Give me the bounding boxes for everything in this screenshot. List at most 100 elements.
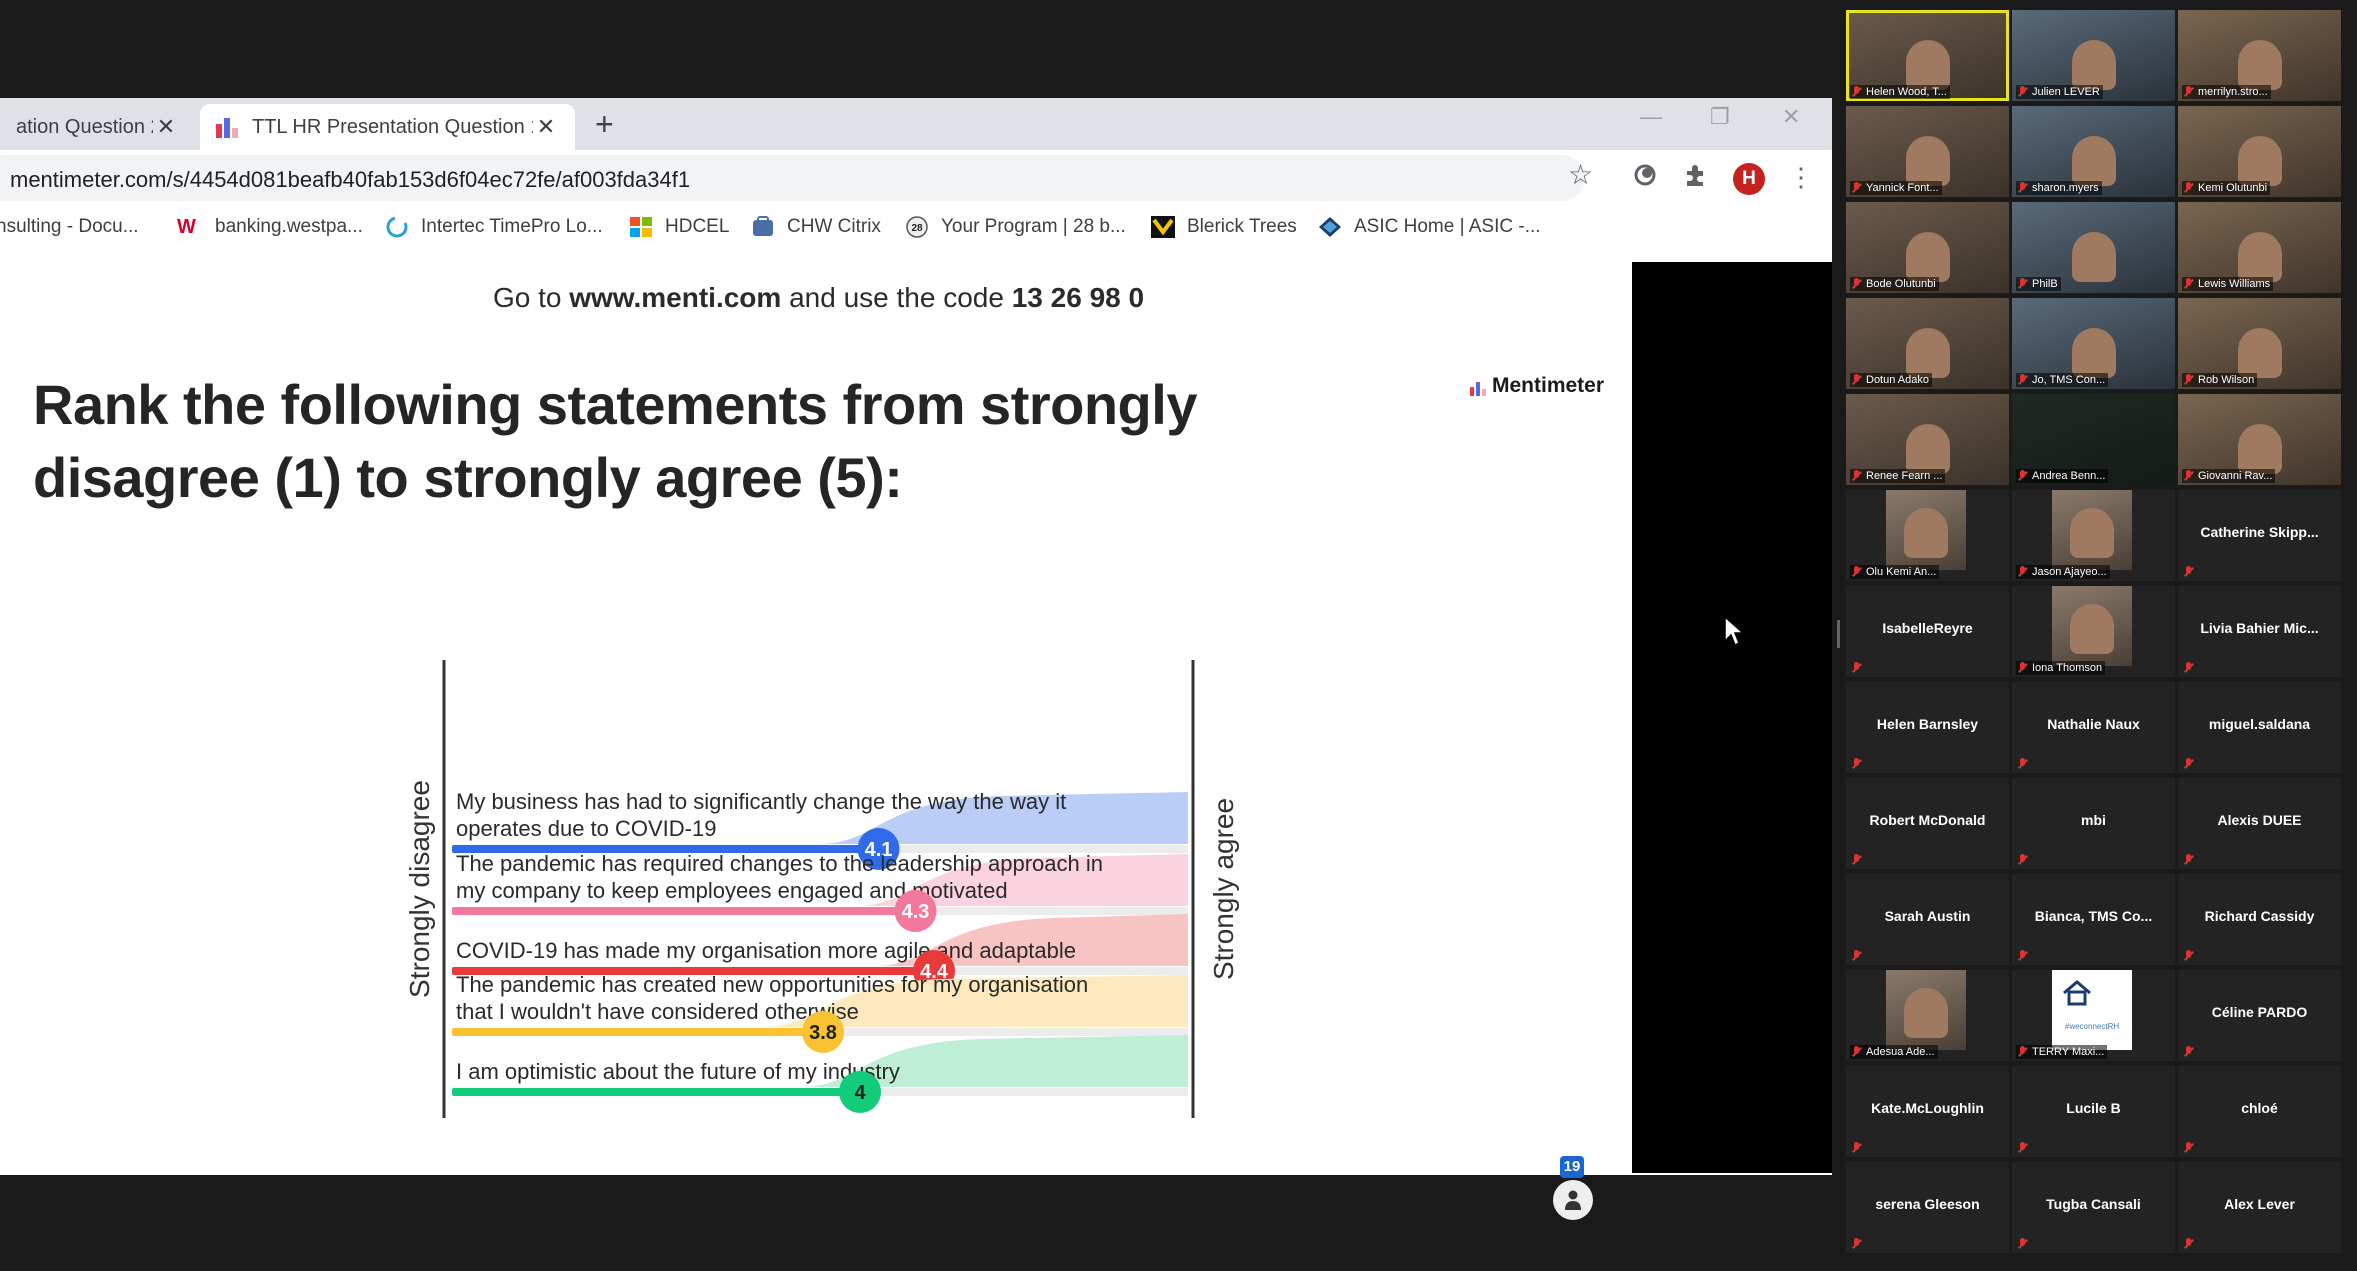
participant-tile[interactable]: Tugba Cansali xyxy=(2012,1162,2175,1253)
participant-tile[interactable]: Olu Kemi An... xyxy=(1846,490,2009,581)
participant-tile[interactable]: Dotun Adako xyxy=(1846,298,2009,389)
windows-icon xyxy=(629,216,653,238)
panel-resize-handle[interactable] xyxy=(1837,620,1840,648)
bookmark-hdcel[interactable]: HDCEL xyxy=(629,216,729,238)
muted-mic-icon xyxy=(2017,566,2029,578)
minimize-button[interactable]: — xyxy=(1640,104,1662,130)
muted-mic-icon xyxy=(1851,182,1863,194)
asic-icon xyxy=(1318,216,1342,238)
participant-tile[interactable]: Bianca, TMS Co... xyxy=(2012,874,2175,965)
restore-button[interactable]: ❐ xyxy=(1710,104,1730,130)
participant-tile[interactable]: Alex Lever xyxy=(2178,1162,2341,1253)
bar xyxy=(452,907,916,915)
value-label: 3.8 xyxy=(809,1022,837,1044)
participant-tile[interactable]: Richard Cassidy xyxy=(2178,874,2341,965)
participant-name: Robert McDonald xyxy=(1869,812,1986,828)
participant-tile[interactable]: Catherine Skipp... xyxy=(2178,490,2341,581)
participant-tile[interactable]: Bode Olutunbi xyxy=(1846,202,2009,293)
right-axis-label: Strongly agree xyxy=(1208,798,1239,980)
participant-tile[interactable]: Lucile B xyxy=(2012,1066,2175,1157)
participant-name: Giovanni Rav... xyxy=(2182,469,2276,483)
muted-mic-icon xyxy=(2183,662,2195,674)
close-window-button[interactable]: ✕ xyxy=(1782,104,1800,130)
participant-name: miguel.saldana xyxy=(2208,716,2311,732)
bookmark-blerick[interactable]: Blerick Trees xyxy=(1151,216,1297,238)
participant-tile[interactable]: Kemi Olutunbi xyxy=(2178,106,2341,197)
participant-tile[interactable]: #weconnectRH TERRY Maxi... xyxy=(2012,970,2175,1061)
participant-tile[interactable]: serena Gleeson xyxy=(1846,1162,2009,1253)
profile-avatar[interactable]: H xyxy=(1733,163,1765,195)
participant-tile[interactable]: Livia Bahier Mic... xyxy=(2178,586,2341,677)
muted-mic-icon xyxy=(1851,950,1863,962)
bookmark-citrix[interactable]: CHW Citrix xyxy=(751,216,881,238)
participant-tile[interactable]: IsabelleReyre xyxy=(1846,586,2009,677)
muted-mic-icon xyxy=(1851,470,1863,482)
participant-tile[interactable]: Kate.McLoughlin xyxy=(1846,1066,2009,1157)
participant-photo xyxy=(2052,490,2132,570)
participant-tile[interactable]: mbi xyxy=(2012,778,2175,869)
participant-tile[interactable]: Julien LEVER xyxy=(2012,10,2175,101)
participant-tile[interactable]: Sarah Austin xyxy=(1846,874,2009,965)
close-tab-icon[interactable]: ✕ xyxy=(153,114,179,140)
address-bar[interactable]: mentimeter.com/s/4454d081beafb40fab153d6… xyxy=(0,155,1585,201)
participant-tile[interactable]: Iona Thomson xyxy=(2012,586,2175,677)
bookmark-label: CHW Citrix xyxy=(787,216,881,237)
browser-window: ation Question 2 ✕ TTL HR Presentation Q… xyxy=(0,98,1832,1220)
participant-tile[interactable]: PhilB xyxy=(2012,202,2175,293)
screen: ation Question 2 ✕ TTL HR Presentation Q… xyxy=(0,0,2357,1271)
participant-name: Lucile B xyxy=(2066,1100,2121,1116)
left-axis-label: Strongly disagree xyxy=(404,780,435,998)
participant-tile[interactable]: Adesua Ade... xyxy=(1846,970,2009,1061)
new-tab-button[interactable]: + xyxy=(595,108,614,140)
muted-mic-icon xyxy=(2183,374,2195,386)
participant-tile[interactable]: Helen Wood, T... xyxy=(1846,10,2009,101)
tab-question-2[interactable]: ation Question 2 ✕ xyxy=(0,104,195,150)
participant-tile[interactable]: chloé xyxy=(2178,1066,2341,1157)
participant-tile[interactable]: Céline PARDO xyxy=(2178,970,2341,1061)
bookmark-docs[interactable]: nsulting - Docu... xyxy=(0,216,139,238)
muted-mic-icon xyxy=(1851,854,1863,866)
participant-tile[interactable]: Renee Fearn ... xyxy=(1846,394,2009,485)
close-tab-icon[interactable]: ✕ xyxy=(533,114,559,140)
ranking-chart: Strongly disagree Strongly agree My busi… xyxy=(404,660,1239,1118)
menu-kebab-icon[interactable]: ⋮ xyxy=(1788,162,1814,193)
participant-tile[interactable]: Nathalie Naux xyxy=(2012,682,2175,773)
participant-name: IsabelleReyre xyxy=(1882,620,1973,636)
participant-tile[interactable]: merrilyn.stro... xyxy=(2178,10,2341,101)
participant-tile[interactable]: Yannick Font... xyxy=(1846,106,2009,197)
participant-name: Tugba Cansali xyxy=(2046,1196,2141,1212)
westpac-icon: W xyxy=(177,216,196,238)
participant-tile[interactable]: Andrea Benn... xyxy=(2012,394,2175,485)
bookmark-westpac[interactable]: W banking.westpa... xyxy=(177,216,363,238)
participant-tile[interactable]: Robert McDonald xyxy=(1846,778,2009,869)
bookmark-asic[interactable]: ASIC Home | ASIC -... xyxy=(1318,216,1541,238)
extension-circle-icon[interactable] xyxy=(1632,162,1658,195)
participant-name: Helen Wood, T... xyxy=(1850,85,1950,99)
participant-tile[interactable]: Alexis DUEE xyxy=(2178,778,2341,869)
tab-question-1[interactable]: TTL HR Presentation Question 1 ✕ xyxy=(200,104,575,150)
participant-name: Renee Fearn ... xyxy=(1850,469,1946,483)
extensions-puzzle-icon[interactable] xyxy=(1683,162,1709,195)
participant-tile[interactable]: sharon.myers xyxy=(2012,106,2175,197)
participant-name: Catherine Skipp... xyxy=(2200,524,2319,540)
participant-video xyxy=(1905,40,1950,90)
participant-tile[interactable]: Jason Ajayeo... xyxy=(2012,490,2175,581)
participant-tile[interactable]: miguel.saldana xyxy=(2178,682,2341,773)
bookmark-star-icon[interactable]: ☆ xyxy=(1568,158,1593,191)
participant-tile[interactable]: Giovanni Rav... xyxy=(2178,394,2341,485)
muted-mic-icon xyxy=(2183,182,2195,194)
participant-video xyxy=(2237,136,2282,186)
bookmark-timepro[interactable]: Intertec TimePro Lo... xyxy=(385,216,603,238)
participant-tile[interactable]: Jo, TMS Con... xyxy=(2012,298,2175,389)
muted-mic-icon xyxy=(2183,758,2195,770)
participant-person-icon[interactable] xyxy=(1553,1180,1593,1220)
muted-mic-icon xyxy=(2183,1046,2195,1058)
participant-tile[interactable]: Rob Wilson xyxy=(2178,298,2341,389)
bookmark-program[interactable]: 28 Your Program | 28 b... xyxy=(905,216,1126,238)
participant-tile[interactable]: Lewis Williams xyxy=(2178,202,2341,293)
participant-tile[interactable]: Helen Barnsley xyxy=(1846,682,2009,773)
muted-mic-icon xyxy=(1851,278,1863,290)
participant-name: Sarah Austin xyxy=(1884,908,1971,924)
bookmark-label: banking.westpa... xyxy=(215,216,363,237)
participant-video xyxy=(2237,40,2282,90)
